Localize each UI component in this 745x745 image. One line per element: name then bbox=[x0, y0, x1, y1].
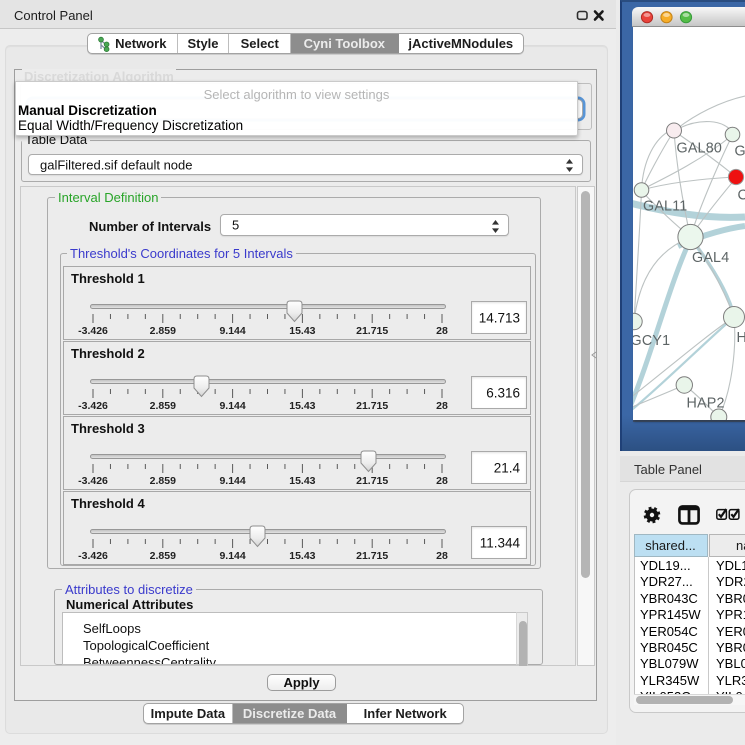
svg-text:H: H bbox=[737, 330, 745, 346]
svg-text:GAL11: GAL11 bbox=[643, 199, 687, 215]
svg-text:CD: CD bbox=[738, 188, 745, 204]
svg-text:HAP2: HAP2 bbox=[687, 396, 725, 412]
svg-text:GCY1: GCY1 bbox=[633, 333, 670, 349]
svg-text:GA: GA bbox=[735, 144, 745, 160]
svg-text:GAL80: GAL80 bbox=[677, 141, 723, 157]
svg-text:GAL4: GAL4 bbox=[692, 250, 729, 266]
